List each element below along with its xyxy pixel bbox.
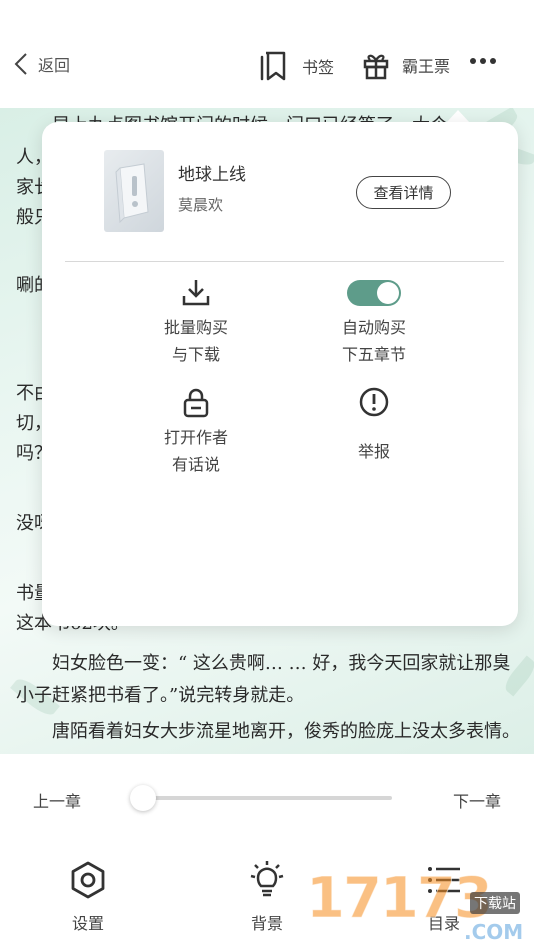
chapter-progress-track[interactable] (140, 796, 392, 800)
next-chapter-button[interactable]: 下一章 (453, 788, 501, 812)
batch-download-option[interactable]: 批量购买 与下载 (126, 276, 266, 368)
paragraph: 唐陌看着妇女大步流星地离开，俊秀的脸庞上没太多表情。 (52, 721, 520, 742)
chapter-navigation: 上一章 下一章 (0, 754, 534, 844)
bookmark-button[interactable]: 书签 (258, 50, 334, 82)
auto-buy-label-1: 自动购买 (341, 318, 406, 337)
back-label: 返回 (38, 56, 71, 75)
divider (65, 261, 504, 262)
bookmark-icon (260, 51, 286, 81)
more-dot-icon (480, 58, 486, 64)
author-notes-label-1: 打开作者 (163, 428, 228, 447)
book-title: 地球上线 (178, 165, 246, 185)
more-dot-icon (470, 58, 476, 64)
background-button[interactable]: 背景 (227, 860, 307, 934)
view-details-button[interactable]: 查看详情 (356, 176, 451, 209)
ticket-label: 霸王票 (402, 57, 451, 76)
book-cover-art-icon (115, 163, 149, 224)
gift-icon (363, 54, 389, 80)
background-label: 背景 (250, 914, 283, 933)
chapter-progress-thumb[interactable] (130, 785, 156, 811)
auto-buy-toggle[interactable] (347, 280, 401, 306)
bookmark-label: 书签 (302, 58, 335, 77)
settings-label: 设置 (71, 914, 104, 933)
author-notes-label-2: 有话说 (171, 455, 220, 474)
watermark-domain: .COM (464, 920, 524, 944)
lock-icon (183, 388, 209, 418)
batch-download-label-1: 批量购买 (163, 318, 228, 337)
download-icon (182, 280, 210, 306)
watermark-badge: 下载站 (470, 892, 520, 914)
chevron-left-icon (14, 53, 27, 75)
book-cover[interactable] (104, 150, 164, 232)
back-button[interactable]: 返回 (14, 52, 70, 76)
more-button[interactable] (470, 58, 496, 64)
ticket-button[interactable]: 霸王票 (362, 50, 450, 80)
settings-hexagon-icon (71, 861, 105, 899)
toggle-knob (377, 282, 399, 304)
batch-download-label-2: 与下载 (171, 345, 220, 364)
lightbulb-icon (250, 861, 284, 897)
report-option[interactable]: 举报 (304, 386, 444, 465)
auto-buy-label-2: 下五章节 (341, 345, 406, 364)
book-author: 莫晨欢 (178, 196, 224, 214)
auto-buy-option[interactable]: 自动购买 下五章节 (304, 276, 444, 368)
more-dot-icon (490, 58, 496, 64)
paragraph: 妇女脸色一变：“ 这么贵啊… … 好，我今天回家就让那臭小子赶紧把书看了。”说完… (16, 653, 511, 706)
top-bar: 返回 书签 霸王票 (0, 0, 534, 108)
prev-chapter-button[interactable]: 上一章 (33, 788, 81, 812)
settings-button[interactable]: 设置 (48, 860, 128, 934)
book-menu-popup: 地球上线 莫晨欢 查看详情 批量购买与下载 自动购买下五章节 打开作者有话说 举… (42, 122, 518, 626)
author-notes-option[interactable]: 打开作者 有话说 (126, 386, 266, 478)
alert-icon (359, 387, 389, 417)
report-label: 举报 (357, 442, 390, 461)
